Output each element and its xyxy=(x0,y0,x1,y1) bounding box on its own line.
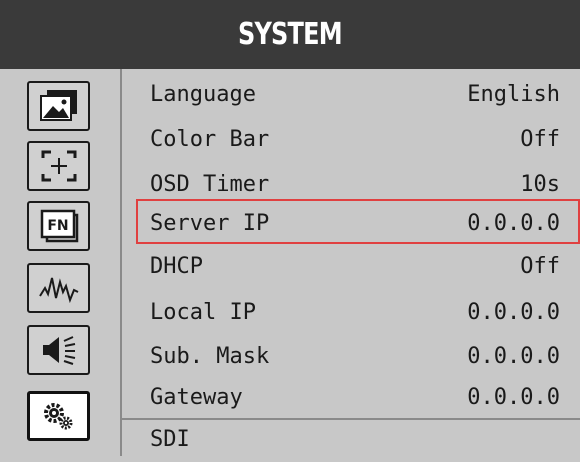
fn-icon: FN xyxy=(40,209,78,243)
speaker-icon xyxy=(42,336,75,365)
menu-item-value: English xyxy=(467,82,560,107)
menu-item-value: 0.0.0.0 xyxy=(467,300,560,325)
menu-item-label: Server IP xyxy=(150,211,270,236)
menu-item-sdi[interactable]: SDI xyxy=(122,417,580,462)
menu-item-sub-mask[interactable]: Sub. Mask 0.0.0.0 xyxy=(122,334,580,379)
gears-icon xyxy=(43,403,72,430)
sidebar-item-system[interactable] xyxy=(27,391,90,441)
sidebar-item-audio[interactable] xyxy=(27,325,90,375)
menu-item-value: 0.0.0.0 xyxy=(467,385,560,410)
menu-item-label: Color Bar xyxy=(150,127,270,152)
svg-text:FN: FN xyxy=(47,218,68,234)
sidebar: FN xyxy=(0,69,120,456)
menu-item-label: Sub. Mask xyxy=(150,344,270,369)
sidebar-item-function[interactable]: FN xyxy=(27,201,90,251)
menu-item-value: 0.0.0.0 xyxy=(467,344,560,369)
sidebar-item-picture[interactable] xyxy=(27,81,90,131)
menu-item-value: 0.0.0.0 xyxy=(467,211,560,236)
menu-item-label: Language xyxy=(150,82,256,107)
menu-item-label: Gateway xyxy=(150,385,243,410)
menu-item-value: Off xyxy=(520,127,560,152)
menu-item-server-ip[interactable]: Server IP 0.0.0.0 xyxy=(136,199,580,244)
osd-menu: SYSTEM FN Language English Color Bar Off… xyxy=(0,0,580,456)
sidebar-item-marker[interactable] xyxy=(27,141,90,191)
sidebar-item-waveform[interactable] xyxy=(27,263,90,313)
picture-icon xyxy=(39,90,77,121)
menu-item-label: DHCP xyxy=(150,254,203,279)
waveform-icon xyxy=(38,277,78,304)
system-menu: Language English Color Bar Off OSD Timer… xyxy=(122,69,580,456)
menu-item-color-bar[interactable]: Color Bar Off xyxy=(122,117,580,162)
menu-item-language[interactable]: Language English xyxy=(122,72,580,117)
menu-item-dhcp[interactable]: DHCP Off xyxy=(122,244,580,289)
page-title: SYSTEM xyxy=(238,17,343,52)
title-bar: SYSTEM xyxy=(0,0,580,69)
menu-item-label: Local IP xyxy=(150,300,256,325)
menu-item-local-ip[interactable]: Local IP 0.0.0.0 xyxy=(122,290,580,335)
menu-item-value: Off xyxy=(520,254,560,279)
menu-item-gateway[interactable]: Gateway 0.0.0.0 xyxy=(122,375,580,420)
menu-item-label: SDI xyxy=(150,427,190,452)
marker-icon xyxy=(41,150,76,182)
